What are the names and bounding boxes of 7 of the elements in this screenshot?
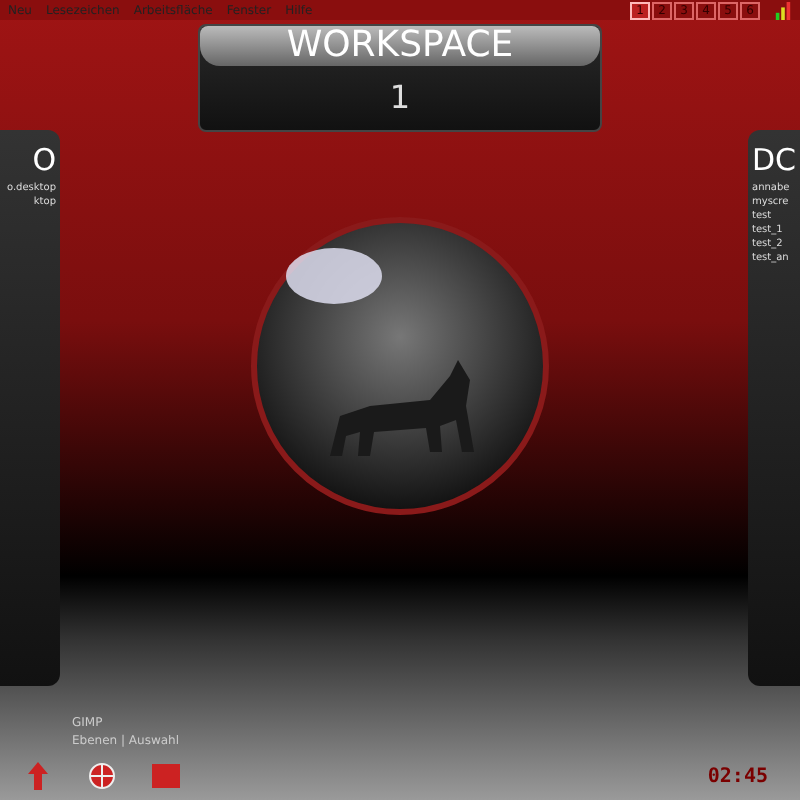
panel-title: DC <box>752 140 799 182</box>
workspace-number: 1 <box>389 78 411 116</box>
clock: 02:45 <box>707 765 768 787</box>
globe-icon[interactable] <box>88 760 116 792</box>
panel-title: O <box>30 140 56 182</box>
bar-chart-icon[interactable] <box>774 1 792 19</box>
workspace-title: WORKSPACE <box>200 26 600 66</box>
